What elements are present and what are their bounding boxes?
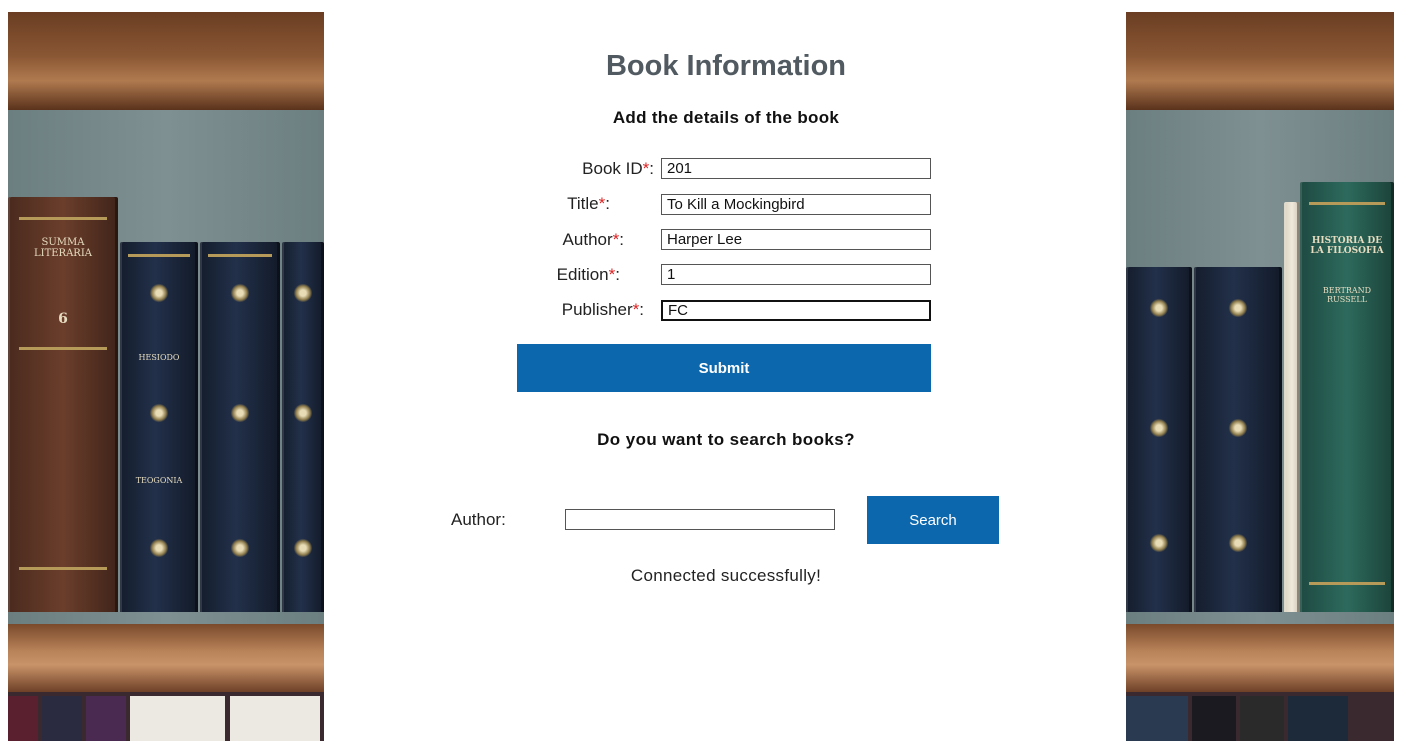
edition-label: Edition*: (556, 265, 620, 284)
edition-input[interactable] (661, 264, 931, 285)
book-spine: HISTORIA DE LA FILOSOFIA BERTRAND RUSSEL… (1300, 182, 1394, 612)
form-subtitle: Add the details of the book (612, 108, 840, 127)
form-row-title: Title*: (420, 194, 610, 216)
form-row-edition: Edition*: (420, 265, 620, 287)
spine-title: HISTORIA DE LA FILOSOFIA (1310, 236, 1384, 256)
lower-shelf (8, 692, 324, 741)
form-row-publisher: Publisher*: (420, 300, 644, 322)
author-input[interactable] (661, 229, 931, 250)
author-label: Author*: (562, 230, 624, 249)
search-author-label: Author: (451, 510, 506, 529)
required-marker: * (642, 159, 650, 178)
lower-shelf (1126, 692, 1394, 741)
publisher-label: Publisher*: (561, 300, 644, 319)
submit-button[interactable]: Submit (517, 344, 931, 392)
shelf-board (1126, 624, 1394, 692)
shelf-board (8, 624, 324, 692)
required-marker: * (608, 265, 616, 284)
search-author-input[interactable] (565, 509, 835, 530)
required-marker: * (598, 194, 606, 213)
publisher-input[interactable] (661, 300, 931, 321)
book-id-label: Book ID*: (582, 159, 654, 178)
form-row-book-id: Book ID*: (420, 159, 654, 181)
spine-author: BERTRAND RUSSELL (1322, 286, 1372, 304)
book-spine (282, 242, 324, 612)
spine-title: SUMMA LITERARIA (33, 237, 92, 259)
required-marker: * (632, 300, 640, 319)
spine-number: 6 (58, 311, 68, 327)
book-spine: SUMMA LITERARIA 6 (8, 197, 118, 612)
title-input[interactable] (661, 194, 931, 215)
book-spine (200, 242, 280, 612)
book-id-input[interactable] (661, 158, 931, 179)
page-title: Book Information (605, 50, 847, 82)
search-button[interactable]: Search (867, 496, 999, 544)
required-marker: * (612, 230, 620, 249)
form-row-author: Author*: (420, 230, 624, 252)
title-label: Title*: (567, 194, 610, 213)
book-page-edge (1284, 202, 1300, 612)
book-spine: HESIODO TEOGONIA (120, 242, 198, 612)
spine-title: HESIODO (138, 353, 180, 362)
search-heading: Do you want to search books? (597, 430, 855, 449)
spine-title: TEOGONIA (135, 476, 183, 485)
connection-status: Connected successfully! (630, 566, 822, 585)
